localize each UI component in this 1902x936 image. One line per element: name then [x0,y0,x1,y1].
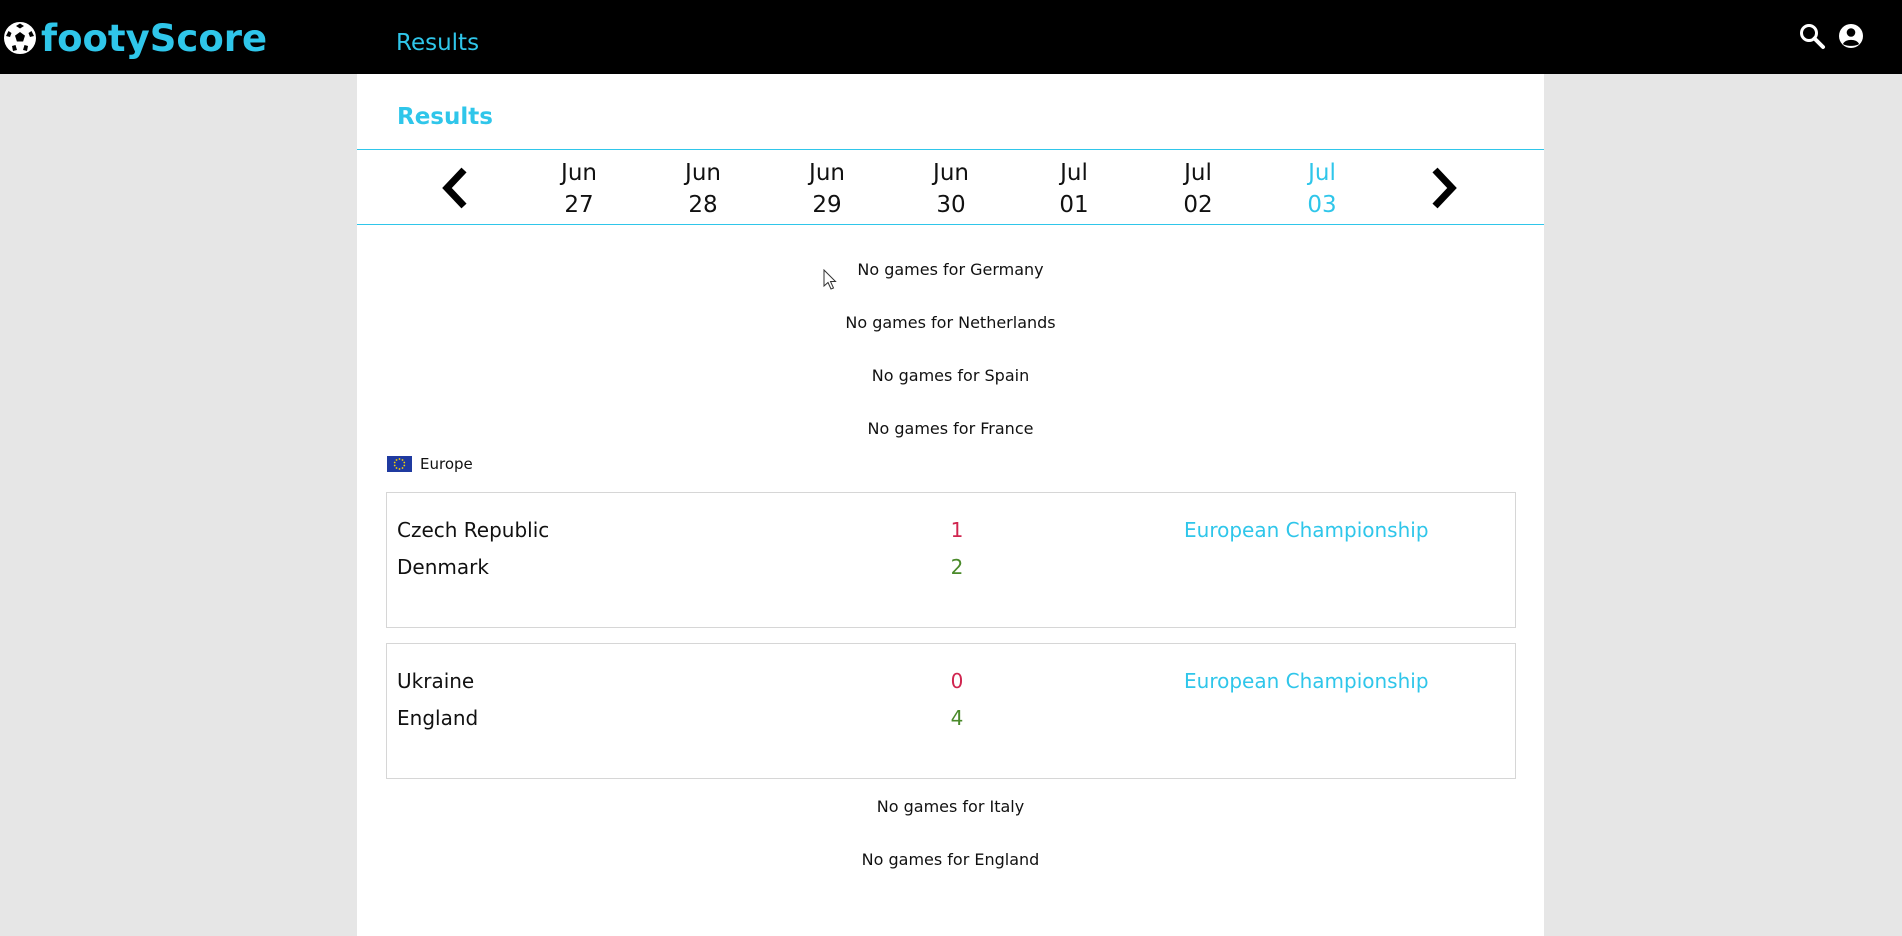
search-icon[interactable] [1798,22,1826,50]
competition-link[interactable]: European Championship [1184,669,1429,693]
competition-link[interactable]: European Championship [1184,518,1429,542]
date-item[interactable]: Jun 30 [906,157,996,221]
home-team-name: Czech Republic [397,518,550,542]
home-team-name: Ukraine [397,669,475,693]
away-team-score: 4 [950,706,964,730]
region-header: Europe [387,455,473,473]
next-dates-button[interactable] [1421,160,1467,216]
soccer-ball-icon [4,22,36,54]
date-selector: Jun 27 Jun 28 Jun 29 Jun 30 Jul 01 Jul 0… [357,149,1544,225]
date-item-selected[interactable]: Jul 03 [1277,157,1367,221]
date-month: Jul [1184,160,1212,186]
date-month: Jun [809,160,845,186]
no-games-message-england: No games for England [861,850,1040,869]
date-day: 03 [1307,192,1337,218]
user-circle-icon[interactable] [1837,22,1865,50]
date-day: 02 [1183,192,1213,218]
date-item[interactable]: Jun 27 [534,157,624,221]
chevron-left-icon [442,167,467,209]
date-item[interactable]: Jun 29 [782,157,872,221]
date-day: 29 [812,192,842,218]
date-month: Jun [685,160,721,186]
previous-dates-button[interactable] [432,160,478,216]
home-team-score: 0 [950,669,964,693]
away-team-score: 2 [950,555,964,579]
no-games-message-germany: No games for Germany [857,260,1044,279]
no-games-message-netherlands: No games for Netherlands [845,313,1056,332]
home-team-score: 1 [950,518,964,542]
region-name: Europe [420,455,473,473]
date-month: Jun [933,160,969,186]
date-month: Jul [1308,160,1336,186]
match-card[interactable]: Ukraine England 0 4 European Championshi… [386,643,1516,779]
date-item[interactable]: Jul 02 [1153,157,1243,221]
date-month: Jul [1060,160,1088,186]
results-panel: Results Jun 27 Jun 28 Jun 29 Jun 30 Jul … [357,74,1544,936]
away-team-name: England [397,706,479,730]
date-day: 27 [564,192,594,218]
date-item[interactable]: Jul 01 [1029,157,1119,221]
eu-flag-icon [387,456,412,472]
date-day: 01 [1059,192,1089,218]
date-day: 30 [936,192,966,218]
no-games-message-italy: No games for Italy [876,797,1025,816]
mouse-cursor-icon [823,269,837,290]
page-title: Results [397,104,493,130]
no-games-message-france: No games for France [867,419,1034,438]
date-item[interactable]: Jun 28 [658,157,748,221]
date-month: Jun [561,160,597,186]
chevron-right-icon [1432,167,1457,209]
top-navigation-bar: footyScore Results [0,0,1902,74]
brand-name: footyScore [41,16,268,60]
match-card[interactable]: Czech Republic Denmark 1 2 European Cham… [386,492,1516,628]
away-team-name: Denmark [397,555,489,579]
date-day: 28 [688,192,718,218]
nav-link-results[interactable]: Results [396,30,479,56]
brand-logo-link[interactable]: footyScore [3,16,268,60]
no-games-message-spain: No games for Spain [871,366,1030,385]
